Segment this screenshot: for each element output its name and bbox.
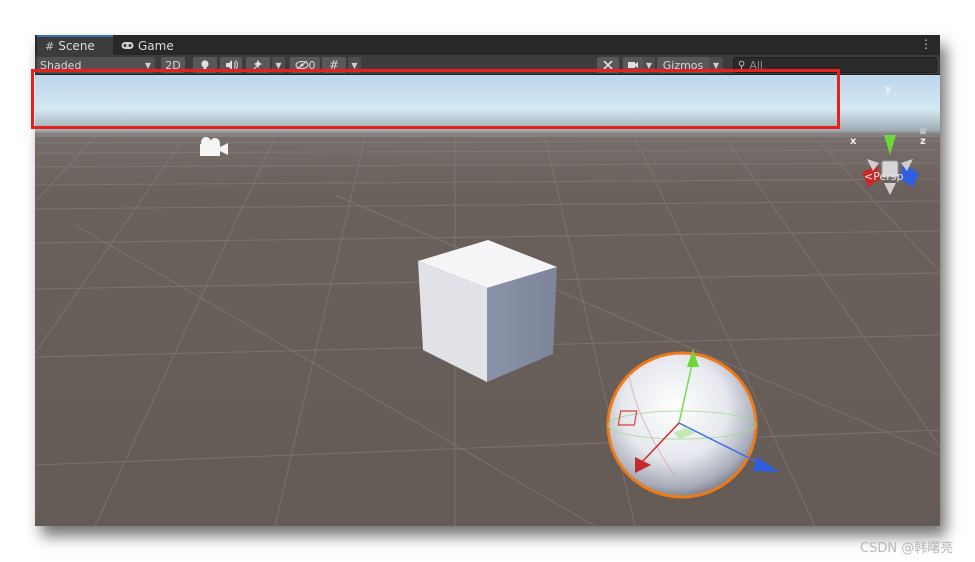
grid-icon: # [45, 39, 55, 53]
watermark: CSDN @韩曙亮 [860, 541, 954, 556]
highlight-box [31, 69, 840, 129]
gamepad-icon [121, 40, 134, 53]
tab-game[interactable]: Game [113, 37, 183, 55]
y-axis-label: y [885, 84, 892, 95]
persp-icon: < [864, 170, 874, 183]
projection-toggle[interactable]: <Persp [864, 170, 903, 183]
tab-bar: # Scene Game ⋮ [35, 35, 940, 55]
z-axis-label: z [920, 136, 926, 147]
lock-icon[interactable] [920, 128, 926, 134]
projection-label: Persp [873, 170, 904, 183]
scene-render [35, 75, 940, 526]
x-axis-label: x [850, 136, 857, 147]
scene-viewport[interactable] [35, 75, 940, 526]
tab-scene-label: Scene [58, 39, 95, 53]
more-options-icon[interactable]: ⋮ [920, 38, 932, 50]
tab-scene[interactable]: # Scene [37, 35, 113, 55]
tab-game-label: Game [138, 39, 174, 53]
horizon-haze [35, 131, 940, 137]
